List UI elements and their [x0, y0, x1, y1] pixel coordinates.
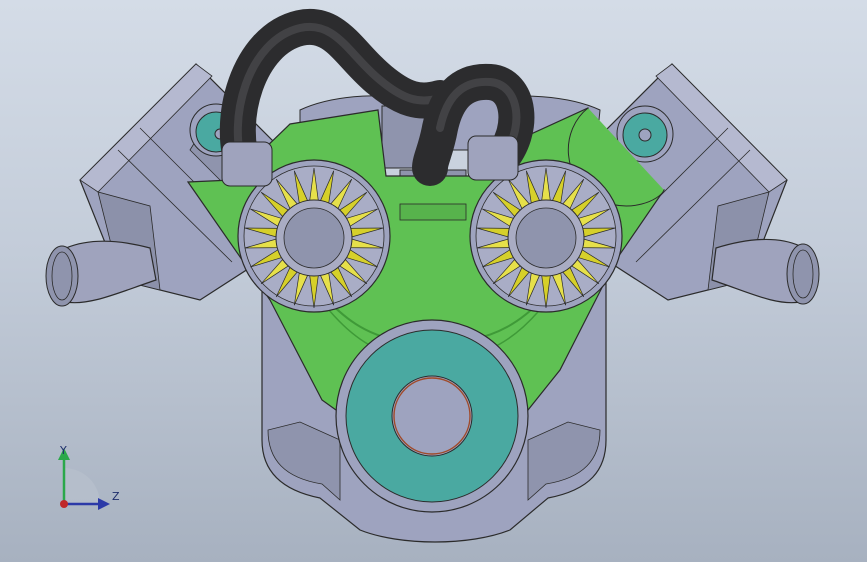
graphics-viewport[interactable]: Y Z — [0, 0, 867, 562]
right-gear-hub — [507, 199, 585, 277]
engine-model[interactable] — [0, 0, 867, 562]
z-axis-arrow — [98, 498, 110, 510]
y-axis-label: Y — [59, 444, 67, 457]
orientation-triad: Y Z — [58, 444, 120, 510]
crankshaft-pulley[interactable] — [335, 319, 529, 513]
z-axis-label: Z — [112, 490, 120, 503]
left-gear-hub — [275, 199, 353, 277]
triad-plane — [64, 468, 100, 504]
x-axis-dot — [60, 500, 68, 508]
